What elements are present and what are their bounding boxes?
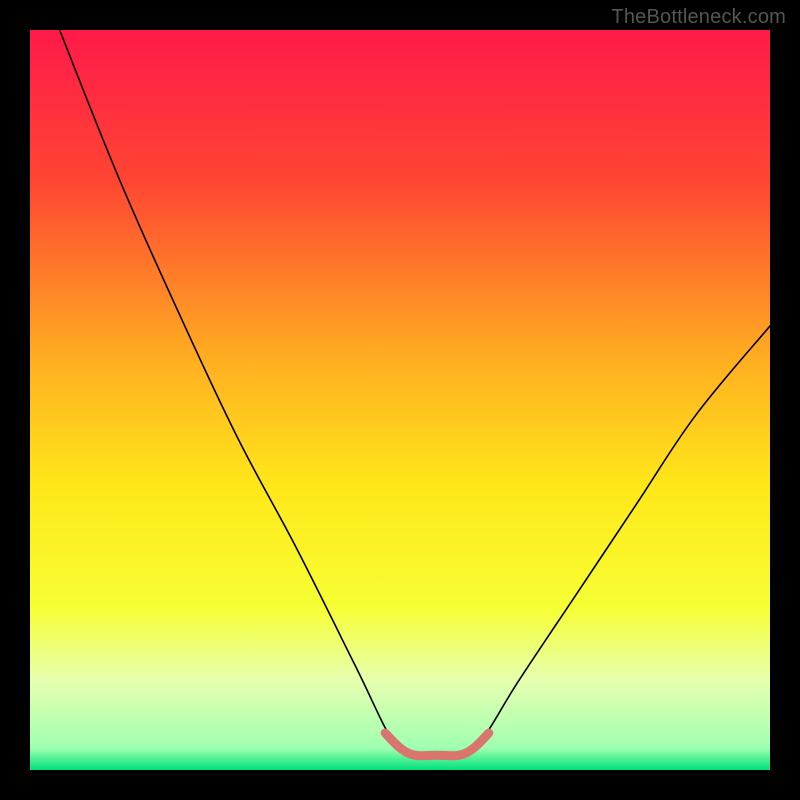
bottleneck-chart [30, 30, 770, 770]
watermark-text: TheBottleneck.com [611, 6, 786, 29]
gradient-background [30, 30, 770, 770]
chart-svg [30, 30, 770, 770]
